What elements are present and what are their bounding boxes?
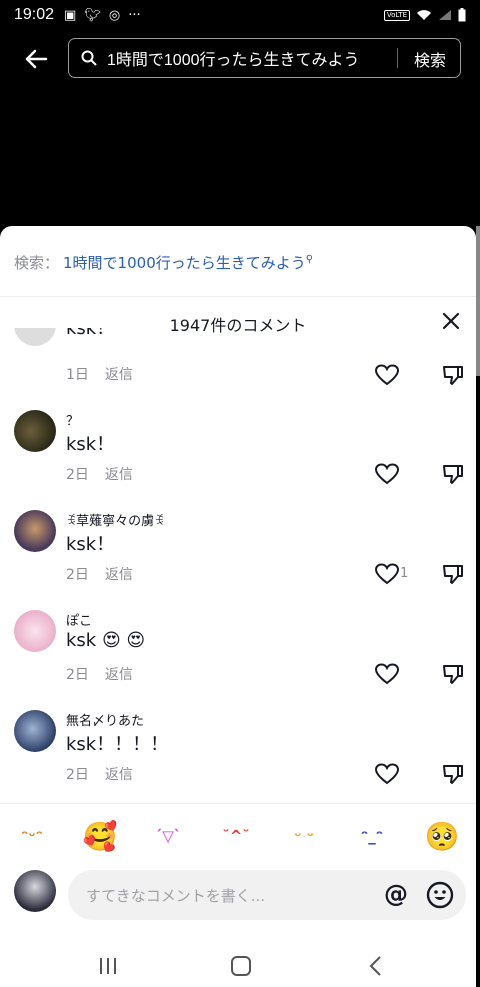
reply-button[interactable]: 返信 bbox=[105, 367, 133, 383]
back-button[interactable] bbox=[18, 41, 54, 77]
mention-button[interactable]: @ bbox=[384, 880, 408, 908]
arrow-left-icon bbox=[25, 49, 48, 69]
emoji-kaomoji-grin[interactable]: ˊ▽ˋ bbox=[148, 816, 188, 856]
dislike-icon[interactable] bbox=[441, 462, 465, 486]
dislike-icon[interactable] bbox=[441, 662, 465, 686]
divider bbox=[0, 803, 476, 804]
search-suggestion-link[interactable]: 1時間で1000行ったら生きてみよう bbox=[63, 254, 306, 272]
like-count: 1 bbox=[400, 566, 409, 581]
comment-input[interactable]: すてきなコメントを書く... @ bbox=[68, 870, 466, 920]
comment-username[interactable]: ꉂ草薙寧々の虜ꉂ bbox=[66, 510, 164, 529]
small-search-icon: ⚲ bbox=[305, 254, 314, 265]
more-notifications-icon: ··· bbox=[128, 7, 141, 23]
search-input[interactable]: 1時間で1000行ったら生きてみよう 検索 bbox=[68, 38, 461, 78]
emoji-kaomoji-happy[interactable]: ᵔᵕᵔ bbox=[12, 816, 52, 856]
my-avatar[interactable] bbox=[14, 870, 56, 912]
comment-item: ksk！ 1日 返信 bbox=[0, 328, 476, 388]
system-nav-bar bbox=[0, 946, 476, 987]
reply-button[interactable]: 返信 bbox=[105, 667, 133, 683]
comment-username[interactable]: ？ bbox=[66, 410, 79, 429]
search-header: 1時間で1000行ったら生きてみよう 検索 bbox=[0, 36, 480, 82]
search-suggestion[interactable]: 検索： 1時間で1000行ったら生きてみよう⚲ bbox=[14, 252, 313, 273]
comment-username[interactable]: 無名〆りあた bbox=[66, 710, 144, 729]
scroll-edge bbox=[476, 226, 480, 376]
comment-date: 2日 bbox=[66, 467, 89, 483]
comment-date: 2日 bbox=[66, 767, 89, 783]
comment-meta: 2日 返信 bbox=[66, 564, 133, 584]
comment-text: ksk！ bbox=[66, 328, 115, 339]
status-time: 19:02 bbox=[14, 6, 55, 23]
comment-text: ksk！！！！ bbox=[66, 734, 169, 755]
home-icon[interactable] bbox=[229, 954, 253, 978]
comment-date: 2日 bbox=[66, 567, 89, 583]
signal-icon bbox=[439, 10, 451, 20]
avatar[interactable] bbox=[14, 610, 56, 652]
heart-icon[interactable] bbox=[374, 363, 400, 387]
comment-text: ksk 😍 😍 bbox=[66, 630, 146, 651]
comment-date: 1日 bbox=[66, 367, 89, 383]
search-button[interactable]: 検索 bbox=[414, 47, 446, 71]
emoji-kaomoji-wink[interactable]: ᵕ ᵕ bbox=[284, 816, 324, 856]
comment-text: ksk！ bbox=[66, 534, 115, 555]
comment-item: 無名〆りあた ksk！！！！ 2日 返信 bbox=[0, 702, 476, 802]
search-query: 1時間で1000行ったら生きてみよう bbox=[107, 52, 360, 69]
comment-sheet: 検索： 1時間で1000行ったら生きてみよう⚲ 1947件のコメント ksk！ 1… bbox=[0, 226, 476, 987]
comment-placeholder: すてきなコメントを書く... bbox=[86, 887, 266, 905]
dislike-icon[interactable] bbox=[441, 363, 465, 387]
emoji-smiling-hearts[interactable]: 🥰 bbox=[80, 816, 120, 856]
comment-meta: 2日 返信 bbox=[66, 664, 133, 684]
emoji-kaomoji-sweat[interactable]: ᵔ_ᵔ bbox=[352, 816, 392, 856]
heart-icon[interactable] bbox=[374, 462, 400, 486]
instagram-icon: ◎ bbox=[108, 7, 121, 23]
emoji-kaomoji-pout[interactable]: ˘^˘ bbox=[216, 816, 256, 856]
wifi-icon bbox=[417, 10, 431, 20]
status-bar: 19:02 ▣ 🐦︎ ◎ ··· VoLTE bbox=[0, 0, 480, 30]
emoji-quick-bar: ᵔᵕᵔ 🥰 ˊ▽ˋ ˘^˘ ᵕ ᵕ ᵔ_ᵔ 🥺 bbox=[0, 816, 476, 856]
comment-username[interactable]: ぽこ bbox=[66, 610, 92, 629]
divider bbox=[0, 296, 476, 297]
search-icon bbox=[81, 50, 97, 66]
battery-icon bbox=[458, 8, 466, 22]
comment-item: ꉂ草薙寧々の虜ꉂ ksk！ 2日 返信 1 bbox=[0, 502, 476, 602]
emoji-pleading[interactable]: 🥺 bbox=[422, 816, 462, 856]
avatar[interactable] bbox=[14, 328, 56, 346]
heart-icon[interactable] bbox=[374, 662, 400, 686]
avatar[interactable] bbox=[14, 410, 56, 452]
avatar[interactable] bbox=[14, 710, 56, 752]
comment-date: 2日 bbox=[66, 667, 89, 683]
dislike-icon[interactable] bbox=[441, 562, 465, 586]
comment-meta: 2日 返信 bbox=[66, 464, 133, 484]
heart-icon[interactable] bbox=[374, 562, 400, 586]
comment-item: ？ ksk！ 2日 返信 bbox=[0, 402, 476, 502]
comment-text: ksk！ bbox=[66, 434, 115, 455]
comment-meta: 2日 返信 bbox=[66, 764, 133, 784]
reply-button[interactable]: 返信 bbox=[105, 767, 133, 783]
comment-item: ぽこ ksk 😍 😍 2日 返信 bbox=[0, 602, 476, 702]
emoji-picker-icon[interactable] bbox=[426, 881, 454, 909]
recent-apps-icon[interactable] bbox=[96, 954, 120, 978]
heart-icon[interactable] bbox=[374, 762, 400, 786]
gallery-icon: ▣ bbox=[64, 7, 77, 23]
comment-meta: 1日 返信 bbox=[66, 364, 133, 384]
twitter-icon: 🐦︎ bbox=[84, 7, 101, 23]
avatar[interactable] bbox=[14, 510, 56, 552]
volte-badge: VoLTE bbox=[383, 9, 410, 21]
reply-button[interactable]: 返信 bbox=[105, 567, 133, 583]
reply-button[interactable]: 返信 bbox=[105, 467, 133, 483]
search-divider bbox=[397, 48, 398, 68]
back-nav-icon[interactable] bbox=[364, 954, 388, 978]
dislike-icon[interactable] bbox=[441, 762, 465, 786]
search-suggestion-label: 検索： bbox=[14, 254, 60, 272]
